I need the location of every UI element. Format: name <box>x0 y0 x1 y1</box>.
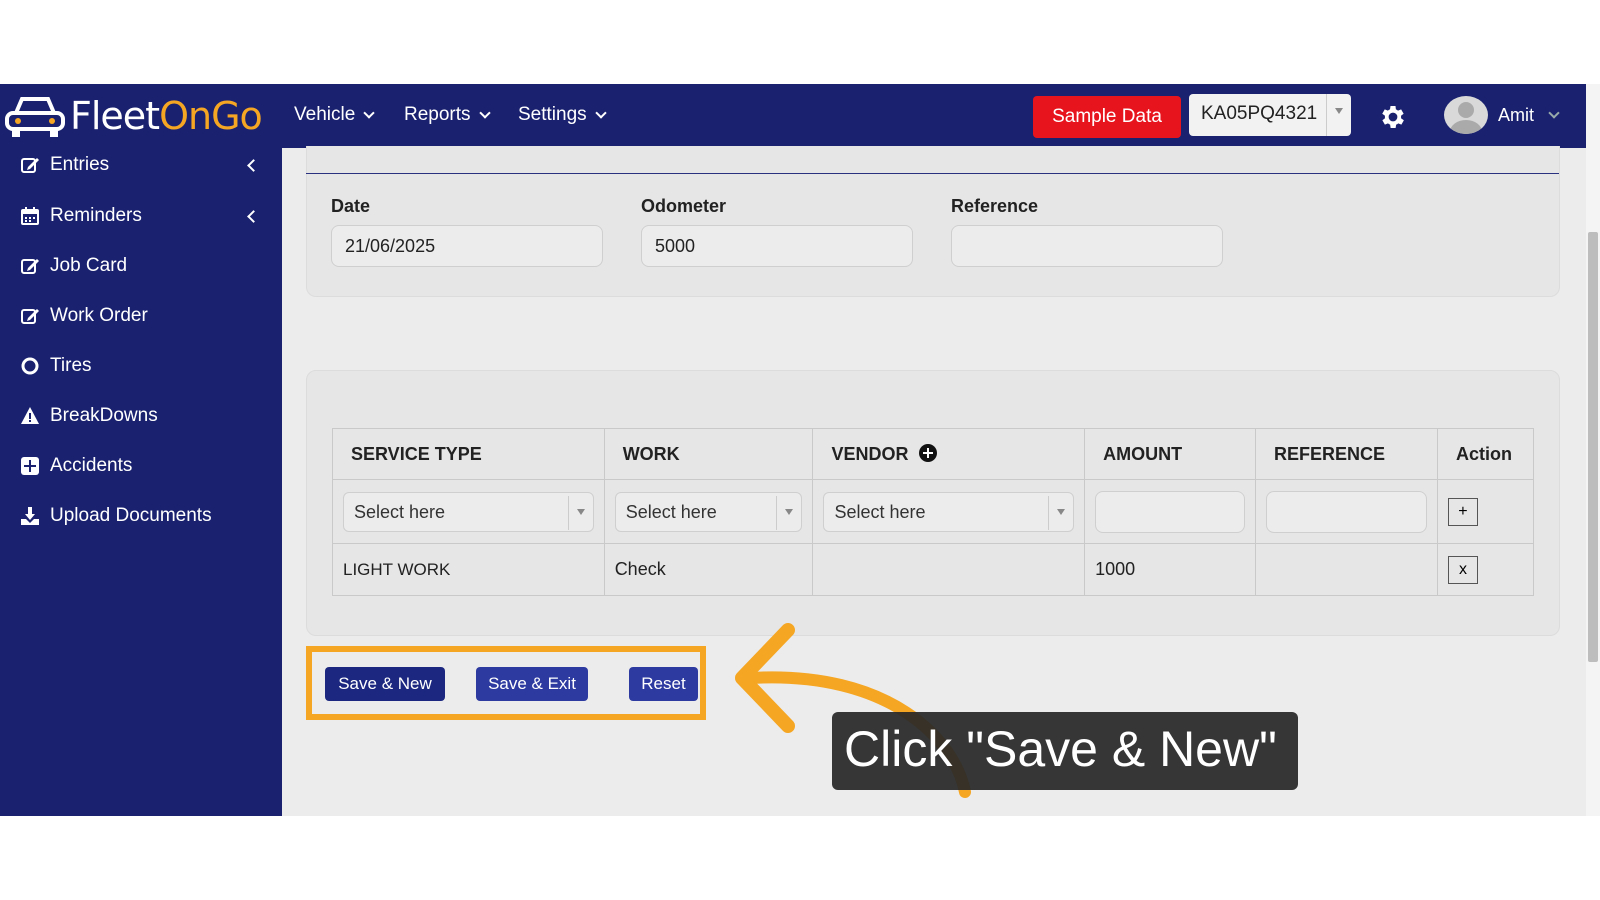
gear-icon[interactable] <box>1378 102 1408 132</box>
user-menu[interactable]: Amit <box>1444 96 1560 134</box>
download-icon <box>21 507 39 525</box>
edit-icon <box>21 309 39 324</box>
cell-vendor <box>812 543 1086 596</box>
odometer-label: Odometer <box>641 196 727 216</box>
reference-field[interactable] <box>951 225 1223 267</box>
dropdown-arrow-icon <box>1057 508 1066 515</box>
nav-menu-vehicle[interactable]: Vehicle <box>294 104 375 126</box>
logo[interactable]: FleetOnGo <box>4 92 263 140</box>
sidebar: Entries Reminders Job Card Work Order Ti… <box>0 148 282 816</box>
avatar <box>1444 96 1488 134</box>
user-name: Amit <box>1498 104 1534 125</box>
save-new-button[interactable]: Save & New <box>325 667 445 701</box>
calendar-icon <box>21 207 39 225</box>
sidebar-item-reminders[interactable]: Reminders <box>20 201 260 231</box>
vendor-select[interactable]: Select here <box>823 491 1075 532</box>
sample-data-button[interactable]: Sample Data <box>1033 96 1181 138</box>
add-row-button[interactable]: + <box>1447 497 1478 526</box>
col-action: Action <box>1436 428 1535 480</box>
reference-label: Reference <box>951 196 1039 216</box>
dropdown-arrow-icon <box>1335 108 1343 114</box>
table-input-row: Select here Select here Select here + <box>332 479 1535 544</box>
sidebar-item-work-order[interactable]: Work Order <box>20 301 260 331</box>
col-service-type: SERVICE TYPE <box>332 428 605 480</box>
top-navbar: FleetOnGo Vehicle Reports Settings Sampl… <box>0 84 1586 148</box>
sidebar-item-upload-documents[interactable]: Upload Documents <box>20 501 260 531</box>
circle-icon <box>21 357 39 375</box>
sidebar-item-breakdowns[interactable]: BreakDowns <box>20 401 260 431</box>
table-header-row: SERVICE TYPE WORK VENDOR AMOUNT REFERENC… <box>332 428 1535 480</box>
cell-service-type: LIGHT WORK <box>332 543 605 596</box>
col-amount: AMOUNT <box>1084 428 1257 480</box>
odometer-field[interactable]: 5000 <box>641 225 913 267</box>
dropdown-arrow-icon <box>785 508 794 515</box>
delete-row-button[interactable]: x <box>1447 555 1478 584</box>
nav-menu-reports[interactable]: Reports <box>404 104 491 126</box>
col-work: WORK <box>603 428 814 480</box>
chevron-down-icon <box>1548 107 1560 119</box>
cell-work: Check <box>603 543 814 596</box>
dropdown-arrow-icon <box>576 508 585 515</box>
sidebar-item-job-card[interactable]: Job Card <box>20 251 260 281</box>
nav-menu-settings[interactable]: Settings <box>518 104 607 126</box>
chevron-down-icon <box>363 107 375 119</box>
logo-text: FleetOnGo <box>70 94 263 138</box>
reset-button[interactable]: Reset <box>629 667 698 701</box>
instruction-callout: Click "Save & New" <box>832 712 1298 790</box>
save-exit-button[interactable]: Save & Exit <box>476 667 588 701</box>
edit-icon <box>21 259 39 274</box>
date-label: Date <box>331 196 371 216</box>
col-vendor: VENDOR <box>812 428 1086 480</box>
form-card-divider <box>306 173 1559 174</box>
service-table: SERVICE TYPE WORK VENDOR AMOUNT REFERENC… <box>332 428 1535 596</box>
cell-reference <box>1255 543 1438 596</box>
sidebar-item-entries[interactable]: Entries <box>20 150 260 180</box>
car-logo-icon <box>5 97 65 137</box>
chevron-left-icon <box>247 159 260 172</box>
chevron-down-icon <box>478 107 491 119</box>
work-select[interactable]: Select here <box>614 491 803 532</box>
plus-square-icon <box>21 457 39 475</box>
chevron-left-icon <box>247 210 260 223</box>
cell-amount: 1000 <box>1084 543 1257 596</box>
entry-form-card <box>306 146 1560 297</box>
date-field[interactable]: 21/06/2025 <box>331 225 603 267</box>
warning-icon <box>21 407 39 424</box>
vehicle-select[interactable]: KA05PQ4321 <box>1189 94 1351 136</box>
sidebar-item-accidents[interactable]: Accidents <box>20 451 260 481</box>
edit-icon <box>21 158 39 173</box>
service-type-select[interactable]: Select here <box>343 491 594 532</box>
sidebar-item-tires[interactable]: Tires <box>20 351 260 381</box>
col-reference: REFERENCE <box>1255 428 1438 480</box>
amount-input[interactable] <box>1095 490 1246 533</box>
chevron-down-icon <box>594 107 607 119</box>
add-vendor-icon[interactable] <box>919 443 938 462</box>
scrollbar-thumb[interactable] <box>1588 232 1598 662</box>
reference-input[interactable] <box>1266 490 1427 533</box>
table-row: LIGHT WORK Check 1000 x <box>332 543 1535 596</box>
